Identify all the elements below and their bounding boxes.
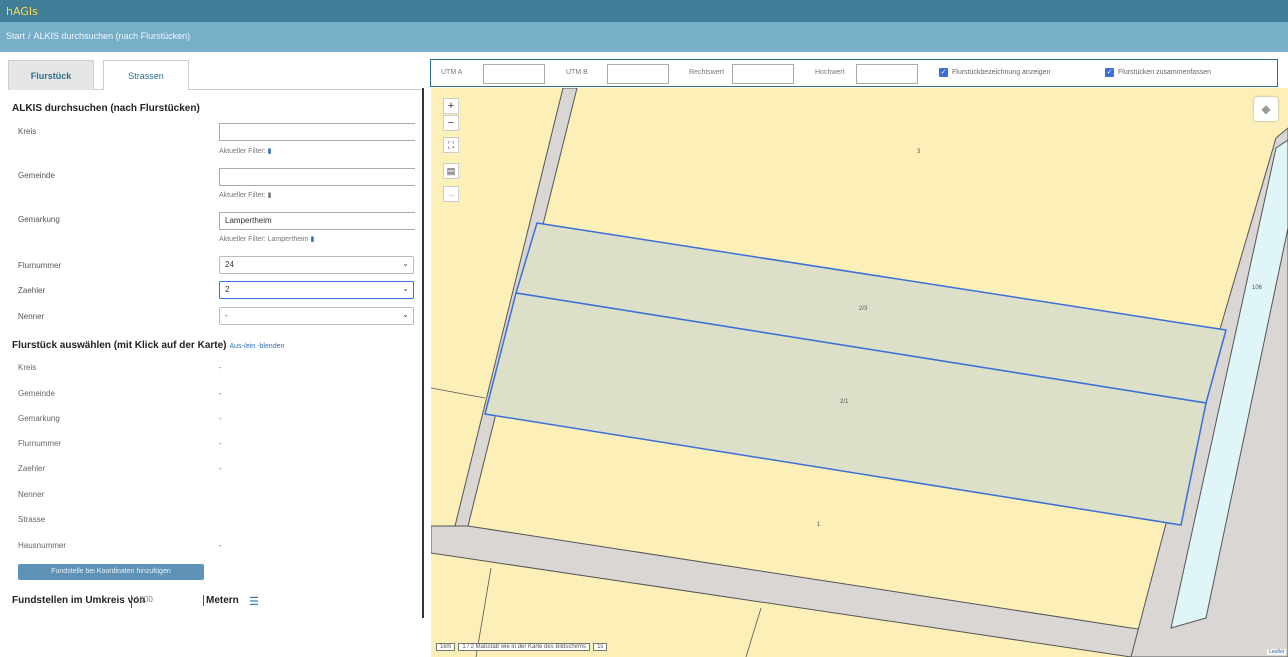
chevron-down-icon: ⌄ [402,259,409,268]
panel-divider [422,88,424,618]
print-icon[interactable]: ▤ [443,163,459,179]
toggle-link[interactable]: Aus-/ein -blenden [230,343,285,350]
breadcrumb-home[interactable]: Start [6,31,25,41]
flurnummer-select[interactable]: 24 ⌄ [219,256,414,274]
flurnummer-label: Flurnummer [18,261,62,270]
nenner-select[interactable]: - ⌄ [219,307,414,325]
filter-clear-icon[interactable]: ▮ [310,236,314,243]
map-view[interactable]: 3 2/3 2/1 1 106 + − ⛶ ▤ → ◆ 1km 1 / 2 Maß… [431,88,1288,657]
utm-b-label: UTM B [566,69,588,76]
kreis-filter-hint: Aktueller Filter: ▮ [219,148,272,155]
tab-flurstueck[interactable]: Flurstück [8,60,94,90]
zaehler-select[interactable]: 2 ⌄ [219,281,414,299]
show-label-checkbox-label: Flurstückbezeichnung anzeigen [952,69,1051,76]
gemarkung-label: Gemarkung [18,215,60,224]
sel-gemeinde-label: Gemeinde [18,389,55,398]
gemeinde-input[interactable] [219,168,415,186]
arrow-icon[interactable]: → [443,186,459,202]
utm-a-input[interactable] [483,64,545,84]
map-attribution[interactable]: Leaflet [1266,649,1286,655]
sel-gemeinde-value: - [219,389,222,398]
chevron-down-icon: ⌄ [402,310,409,319]
zoom-in-icon[interactable]: + [443,98,459,114]
add-fundstelle-button[interactable]: Fundstelle bei Koordinaten hinzufügen [18,564,204,580]
chevron-down-icon: ⌄ [402,284,409,293]
zaehler-label: Zaehler [18,286,46,295]
selection-title: Flurstück auswählen (mit Klick auf der K… [12,340,285,351]
gemarkung-filter-hint: Aktueller Filter: Lampertheim ▮ [219,236,315,243]
kreis-label: Kreis [18,127,37,136]
sel-strasse-label: Strasse [18,515,46,524]
parcel-label-right: 106 [1252,285,1263,291]
sel-kreis-label: Kreis [18,363,37,372]
scale-text: 1 / 2 Maßstab wie in der Karte des Bilds… [458,643,591,651]
kreis-input[interactable] [219,123,415,141]
radius-label: Fundstellen im Umkreis von [12,595,146,606]
coordinate-bar: UTM A UTM B Rechtswert Hochwert ✓ Flurst… [430,59,1278,87]
sel-gemarkung-label: Gemarkung [18,414,60,423]
show-label-checkbox[interactable]: ✓ [939,68,948,77]
breadcrumb-bar: Start / ALKIS durchsuchen (nach Flurstücke… [0,22,1288,52]
sel-hausnummer-value: - [219,541,222,550]
app-header: hAGIs [0,0,1288,22]
scale-extra: 1s [593,643,608,651]
filter-clear-icon[interactable]: ▮ [268,148,272,155]
merge-parcels-checkbox-label: Flurstücken zusammenfassen [1118,69,1211,76]
breadcrumb-separator: / [28,31,31,41]
sel-zaehler-label: Zaehler [18,464,46,473]
radius-unit: Metern [203,595,239,606]
breadcrumb-current: ALKIS durchsuchen (nach Flurstücken) [33,31,191,41]
tab-bar: Flurstück Strassen [8,60,421,90]
hochwert-input[interactable] [856,64,918,84]
breadcrumb: Start / ALKIS durchsuchen (nach Flurstücke… [6,31,190,41]
sel-gemarkung-value: - [219,414,222,423]
tab-strassen[interactable]: Strassen [103,60,189,90]
scale-box: 1km [436,643,456,651]
scale-bar: 1km 1 / 2 Maßstab wie in der Karte des Bi… [436,643,610,653]
parcel-label-upper: 2/3 [859,306,868,312]
parcel-label-top: 3 [917,149,921,155]
map-canvas[interactable] [431,88,1288,657]
sel-kreis-value: - [219,363,222,372]
filter-clear-icon[interactable]: ▮ [268,192,272,199]
sel-flurnummer-label: Flurnummer [18,439,62,448]
rechtswert-label: Rechtswert [689,69,725,76]
radius-input[interactable]: 1000 [131,595,211,608]
gemeinde-label: Gemeinde [18,171,55,180]
layers-icon[interactable]: ◆ [1254,97,1278,121]
sel-hausnummer-label: Hausnummer [18,541,67,550]
rechtswert-input[interactable] [732,64,794,84]
hochwert-label: Hochwert [815,69,845,76]
radius-row: Fundstellen im Umkreis von 1000 Metern ☰ [12,595,412,609]
parcel-label-bottom: 1 [817,522,821,528]
sel-flurnummer-value: - [219,439,222,448]
app-title: hAGIs [6,5,38,18]
sel-zaehler-value: - [219,464,222,473]
zoom-out-icon[interactable]: − [443,115,459,131]
nenner-label: Nenner [18,312,45,321]
gemarkung-input[interactable]: Lampertheim [219,212,415,230]
list-icon[interactable]: ☰ [249,595,259,608]
search-title: ALKIS durchsuchen (nach Flurstücken) [12,103,200,114]
utm-b-input[interactable] [607,64,669,84]
sel-nenner-label: Nenner [18,490,45,499]
boundary-line [745,607,762,657]
gemeinde-filter-hint: Aktueller Filter: ▮ [219,192,272,199]
boundary-line [431,387,486,399]
utm-a-label: UTM A [441,69,463,76]
merge-parcels-checkbox[interactable]: ✓ [1105,68,1114,77]
fullscreen-icon[interactable]: ⛶ [443,137,459,153]
parcel-label-lower: 2/1 [840,399,849,405]
